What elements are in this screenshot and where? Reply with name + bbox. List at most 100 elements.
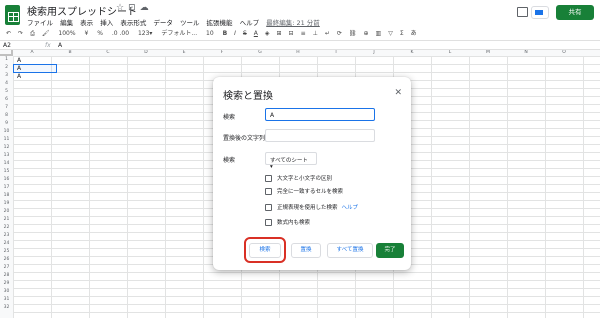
row-header[interactable]: 19 <box>0 201 13 206</box>
column-header[interactable]: H <box>279 50 317 55</box>
select-all-corner[interactable] <box>0 50 13 56</box>
done-button[interactable]: 完了 <box>376 243 404 258</box>
row-header[interactable]: 7 <box>0 105 13 110</box>
row-header[interactable]: 30 <box>0 289 13 294</box>
column-header[interactable]: D <box>127 50 165 55</box>
wrap-icon[interactable]: ↵ <box>325 30 330 37</box>
cloud-status-icon[interactable]: ☁ <box>140 3 153 13</box>
last-edit-link[interactable]: 最終編集: 21 分前 <box>266 19 320 27</box>
row-header[interactable]: 8 <box>0 113 13 118</box>
row-header[interactable]: 2 <box>0 65 13 70</box>
column-header[interactable]: O <box>545 50 583 55</box>
strikethrough-icon[interactable]: S <box>243 30 247 37</box>
text-color-icon[interactable]: A <box>254 30 258 37</box>
checkbox-icon[interactable] <box>265 218 272 226</box>
menu-extensions[interactable]: 拡張機能 <box>207 19 233 27</box>
row-header[interactable]: 32 <box>0 305 13 310</box>
star-icon[interactable]: ☆ <box>116 3 128 13</box>
row-header[interactable]: 23 <box>0 233 13 238</box>
row-header[interactable]: 3 <box>0 73 13 78</box>
column-header[interactable]: I <box>317 50 355 55</box>
italic-icon[interactable]: I <box>234 30 236 37</box>
menu-tools[interactable]: ツール <box>180 19 200 27</box>
share-button[interactable]: 共有 <box>556 5 594 20</box>
option-regex[interactable]: 正規表現を使用した検索 ヘルプ <box>265 203 358 211</box>
row-header[interactable]: 18 <box>0 193 13 198</box>
formula-input[interactable]: A <box>58 42 62 49</box>
chart-icon[interactable]: ▥ <box>376 30 382 37</box>
close-icon[interactable]: ✕ <box>394 88 402 98</box>
find-input[interactable]: A <box>265 108 375 121</box>
row-header[interactable]: 1 <box>0 57 13 62</box>
merge-icon[interactable]: ⊟ <box>289 30 294 37</box>
column-header[interactable]: F <box>203 50 241 55</box>
row-header[interactable]: 14 <box>0 161 13 166</box>
row-header[interactable]: 22 <box>0 225 13 230</box>
filter-icon[interactable]: ▽ <box>388 30 393 37</box>
decimal-buttons[interactable]: .0 .00 <box>112 30 129 37</box>
paint-format-icon[interactable]: 🖌 <box>42 30 50 37</box>
cell-a3[interactable]: A <box>17 73 21 80</box>
functions-icon[interactable]: Σ <box>400 30 404 37</box>
column-header[interactable]: B <box>51 50 89 55</box>
replace-all-button[interactable]: すべて置換 <box>327 243 373 258</box>
search-scope-select[interactable]: すべてのシート ▾ <box>265 152 317 170</box>
row-header[interactable]: 10 <box>0 129 13 134</box>
replace-input[interactable] <box>265 129 375 142</box>
font-size-select[interactable]: 10 <box>206 30 214 37</box>
percent-button[interactable]: % <box>97 30 103 37</box>
cell-a2[interactable]: A <box>17 65 21 72</box>
print-icon[interactable]: ⎙ <box>30 30 35 38</box>
row-header[interactable]: 5 <box>0 89 13 94</box>
row-header[interactable]: 17 <box>0 185 13 190</box>
row-header[interactable]: 28 <box>0 273 13 278</box>
row-header[interactable]: 31 <box>0 297 13 302</box>
menu-edit[interactable]: 編集 <box>60 19 73 27</box>
option-search-formulas[interactable]: 数式内も検索 <box>265 218 310 226</box>
comment-icon[interactable] <box>517 7 528 17</box>
row-header[interactable]: 13 <box>0 153 13 158</box>
fill-color-icon[interactable]: ◈ <box>265 30 270 37</box>
column-header[interactable]: A <box>13 50 51 55</box>
column-header[interactable]: G <box>241 50 279 55</box>
row-header[interactable]: 25 <box>0 249 13 254</box>
align-icon[interactable]: ≡ <box>301 30 306 37</box>
column-header[interactable]: K <box>393 50 431 55</box>
row-header[interactable]: 27 <box>0 265 13 270</box>
row-header[interactable]: 6 <box>0 97 13 102</box>
row-header[interactable]: 12 <box>0 145 13 150</box>
checkbox-icon[interactable] <box>265 174 272 182</box>
row-header[interactable]: 26 <box>0 257 13 262</box>
input-tools-icon[interactable]: あ <box>411 28 417 37</box>
option-match-case[interactable]: 大文字と小文字の区別 <box>265 174 332 182</box>
column-header[interactable]: C <box>89 50 127 55</box>
option-match-entire-cell[interactable]: 完全に一致するセルを検索 <box>265 187 343 195</box>
currency-button[interactable]: ¥ <box>85 30 89 37</box>
help-link[interactable]: ヘルプ <box>342 203 359 211</box>
cell-a1[interactable]: A <box>17 57 21 64</box>
menu-format[interactable]: 表示形式 <box>120 19 146 27</box>
menu-insert[interactable]: 挿入 <box>100 19 113 27</box>
column-header[interactable]: J <box>355 50 393 55</box>
row-header[interactable]: 16 <box>0 177 13 182</box>
row-header[interactable]: 29 <box>0 281 13 286</box>
menu-data[interactable]: データ <box>153 19 173 27</box>
link-icon[interactable]: ⛓ <box>349 30 357 37</box>
row-header[interactable]: 21 <box>0 217 13 222</box>
checkbox-icon[interactable] <box>265 203 272 211</box>
column-header[interactable]: E <box>165 50 203 55</box>
move-folder-icon[interactable]: ⊡ <box>128 3 140 13</box>
row-header[interactable]: 20 <box>0 209 13 214</box>
present-button[interactable] <box>531 6 549 19</box>
row-header[interactable]: 24 <box>0 241 13 246</box>
sheets-logo-icon[interactable] <box>5 5 20 25</box>
menu-help[interactable]: ヘルプ <box>240 19 260 27</box>
menu-view[interactable]: 表示 <box>80 19 93 27</box>
redo-icon[interactable]: ↷ <box>18 30 23 37</box>
zoom-select[interactable]: 100% <box>58 30 75 37</box>
row-header[interactable]: 9 <box>0 121 13 126</box>
row-header[interactable]: 11 <box>0 137 13 142</box>
checkbox-icon[interactable] <box>265 187 272 195</box>
undo-icon[interactable]: ↶ <box>6 30 11 37</box>
number-format-select[interactable]: 123▾ <box>138 30 152 37</box>
